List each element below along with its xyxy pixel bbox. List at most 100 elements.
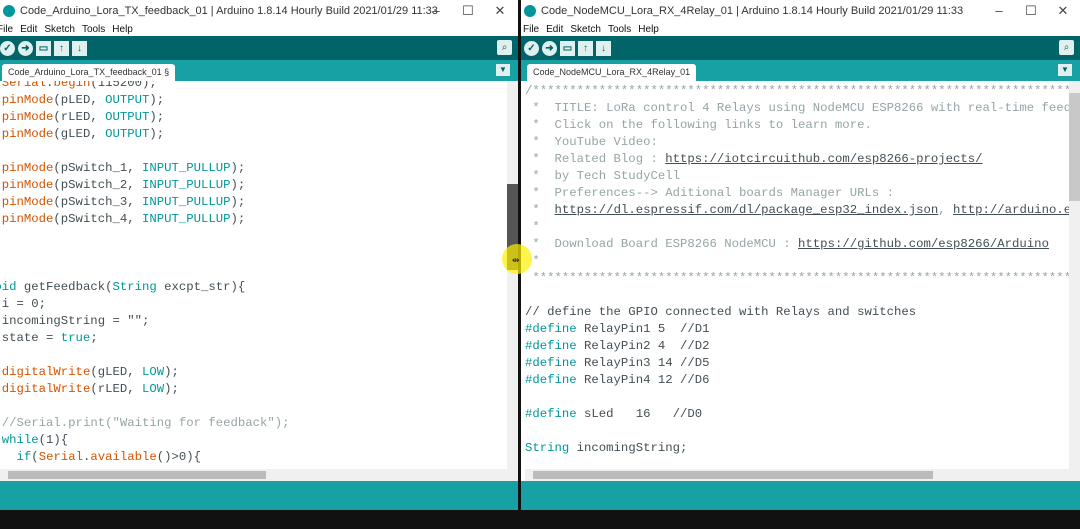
menu-tools[interactable]: Tools — [82, 24, 105, 35]
tab-menu-icon[interactable]: ▼ — [1058, 64, 1072, 76]
code-line: #define RelayPin4 12 //D6 — [525, 373, 710, 387]
code-line: pinMode(pLED, OUTPUT); — [1, 93, 165, 107]
code-editor[interactable]: /***************************************… — [525, 81, 1069, 469]
code-line: while(1){ — [1, 433, 69, 447]
window-title: Code_NodeMCU_Lora_RX_4Relay_01 | Arduino… — [541, 5, 964, 17]
horizontal-scrollbar[interactable] — [0, 469, 518, 481]
menu-help[interactable]: Help — [638, 24, 659, 35]
menu-edit[interactable]: Edit — [546, 24, 563, 35]
serial-monitor-icon[interactable]: ⌕ — [497, 40, 512, 55]
arduino-app-icon — [3, 5, 15, 17]
link[interactable]: http://arduino.esp8266.com — [953, 203, 1069, 217]
code-editor[interactable]: Serial.begin(115200); pinMode(pLED, OUTP… — [0, 81, 507, 469]
code-line: pinMode(pSwitch_2, INPUT_PULLUP); — [1, 178, 246, 192]
code-line: #define sLed 16 //D0 — [525, 407, 703, 421]
minimize-button[interactable]: – — [420, 0, 452, 22]
upload-icon[interactable]: ➜ — [18, 40, 33, 56]
code-line: state = true; — [1, 331, 98, 345]
menu-file[interactable]: File — [0, 24, 13, 35]
new-icon[interactable]: ▭ — [560, 40, 575, 56]
toolbar: ✓ ➜ ▭ ↑ ↓ ⌕ — [0, 36, 518, 60]
tab-bar: Code_Arduino_Lora_TX_feedback_01 § ▼ — [0, 60, 518, 81]
verify-icon[interactable]: ✓ — [0, 40, 15, 56]
toolbar: ✓ ➜ ▭ ↑ ↓ ⌕ — [521, 36, 1080, 60]
code-line: pinMode(pSwitch_4, INPUT_PULLUP); — [1, 212, 246, 226]
code-line: * Related Blog : https://iotcircuithub.c… — [525, 152, 983, 166]
code-line: * Click on the following links to learn … — [525, 118, 872, 132]
menu-bar: File Edit Sketch Tools Help — [0, 22, 518, 36]
code-line: * Preferences--> Aditional boards Manage… — [525, 186, 894, 200]
menu-sketch[interactable]: Sketch — [570, 24, 601, 35]
code-line: // define the GPIO connected with Relays… — [525, 305, 917, 319]
code-line: #define RelayPin2 4 //D2 — [525, 339, 710, 353]
new-icon[interactable]: ▭ — [36, 40, 51, 56]
link[interactable]: https://dl.espressif.com/dl/package_esp3… — [555, 203, 939, 217]
open-icon[interactable]: ↑ — [54, 40, 69, 56]
vertical-scrollbar[interactable] — [507, 81, 518, 469]
window-controls: – ☐ ✕ — [983, 0, 1079, 22]
arduino-window-rx: Code_NodeMCU_Lora_RX_4Relay_01 | Arduino… — [521, 0, 1080, 510]
code-line: //Serial.print("Waiting for feedback"); — [1, 416, 290, 430]
link[interactable]: https://github.com/esp8266/Arduino — [798, 237, 1049, 251]
code-line: * by Tech StudyCell — [525, 169, 680, 183]
save-icon[interactable]: ↓ — [72, 40, 87, 56]
code-text: /***************************************… — [525, 83, 1069, 457]
tab-sketch[interactable]: Code_NodeMCU_Lora_RX_4Relay_01 — [527, 64, 697, 81]
code-line: * Download Board ESP8266 NodeMCU : https… — [525, 237, 1049, 251]
maximize-button[interactable]: ☐ — [1015, 0, 1047, 22]
verify-icon[interactable]: ✓ — [524, 40, 539, 56]
code-line: digitalWrite(gLED, LOW); — [1, 365, 179, 379]
code-line: if(Serial.available()>0){ — [16, 450, 202, 464]
code-line: #define RelayPin1 5 //D1 — [525, 322, 710, 336]
menu-help[interactable]: Help — [112, 24, 133, 35]
serial-monitor-icon[interactable]: ⌕ — [1059, 40, 1074, 55]
menu-tools[interactable]: Tools — [608, 24, 631, 35]
menu-sketch[interactable]: Sketch — [44, 24, 75, 35]
code-line: pinMode(pSwitch_1, INPUT_PULLUP); — [1, 161, 246, 175]
code-line: /***************************************… — [525, 84, 1069, 98]
code-line: * https://dl.espressif.com/dl/package_es… — [525, 203, 1069, 217]
tab-bar: Code_NodeMCU_Lora_RX_4Relay_01 ▼ — [521, 60, 1080, 81]
scrollbar-thumb[interactable] — [1069, 93, 1080, 201]
minimize-button[interactable]: – — [983, 0, 1015, 22]
maximize-button[interactable]: ☐ — [452, 0, 484, 22]
window-title: Code_Arduino_Lora_TX_feedback_01 | Ardui… — [20, 5, 438, 17]
menu-bar: File Edit Sketch Tools Help — [521, 22, 1080, 36]
close-button[interactable]: ✕ — [1047, 0, 1079, 22]
menu-file[interactable]: File — [523, 24, 539, 35]
arduino-window-tx: Code_Arduino_Lora_TX_feedback_01 | Ardui… — [0, 0, 518, 510]
code-line: * YouTube Video: — [525, 135, 658, 149]
resize-cursor-icon: ⇹ — [512, 255, 520, 265]
arduino-app-icon — [524, 5, 536, 17]
title-bar: Code_Arduino_Lora_TX_feedback_01 | Ardui… — [0, 0, 518, 22]
code-line: pinMode(pSwitch_3, INPUT_PULLUP); — [1, 195, 246, 209]
code-line: String incomingString; — [525, 441, 688, 455]
code-line: void getFeedback(String excpt_str){ — [0, 280, 246, 294]
open-icon[interactable]: ↑ — [578, 40, 593, 56]
tab-menu-icon[interactable]: ▼ — [496, 64, 510, 76]
code-line: ****************************************… — [532, 271, 1069, 285]
menu-edit[interactable]: Edit — [20, 24, 37, 35]
status-bar — [521, 481, 1080, 510]
code-line: incomingString = ""; — [0, 314, 150, 328]
status-bar — [0, 481, 518, 510]
tab-sketch[interactable]: Code_Arduino_Lora_TX_feedback_01 § — [2, 64, 176, 81]
save-icon[interactable]: ↓ — [596, 40, 611, 56]
code-text: Serial.begin(115200); pinMode(pLED, OUTP… — [0, 81, 507, 466]
scrollbar-thumb[interactable] — [8, 471, 266, 479]
code-line: pinMode(rLED, OUTPUT); — [1, 110, 165, 124]
code-line: * — [525, 220, 540, 234]
vertical-scrollbar[interactable] — [1069, 81, 1080, 469]
scrollbar-thumb[interactable] — [533, 471, 933, 479]
window-controls: – ☐ ✕ — [420, 0, 516, 22]
horizontal-scrollbar[interactable] — [525, 469, 1080, 481]
code-line: pinMode(gLED, OUTPUT); — [1, 127, 165, 141]
code-line: i = 0; — [1, 297, 47, 311]
link[interactable]: https://iotcircuithub.com/esp8266-projec… — [665, 152, 982, 166]
code-line: * TITLE: LoRa control 4 Relays using Nod… — [525, 101, 1069, 115]
code-line: Serial.begin(115200); — [1, 81, 157, 90]
upload-icon[interactable]: ➜ — [542, 40, 557, 56]
code-line: #define RelayPin3 14 //D5 — [525, 356, 710, 370]
title-bar: Code_NodeMCU_Lora_RX_4Relay_01 | Arduino… — [521, 0, 1080, 22]
close-button[interactable]: ✕ — [484, 0, 516, 22]
